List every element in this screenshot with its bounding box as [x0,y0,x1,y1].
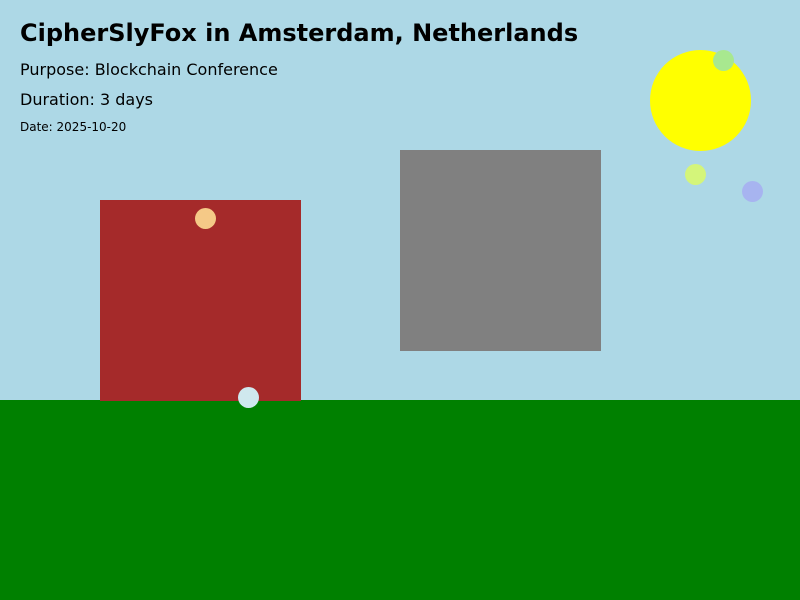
purpose-text: Purpose: Blockchain Conference [20,60,278,79]
sun [650,50,751,151]
dot-light-blue [238,387,259,408]
duration-text: Duration: 3 days [20,90,153,109]
scene: CipherSlyFox in Amsterdam, Netherlands P… [0,0,800,600]
dot-lime [685,164,706,185]
date-text: Date: 2025-10-20 [20,120,127,134]
dot-orange [195,208,216,229]
ground [0,400,800,600]
red-building [100,200,301,401]
dot-green [713,50,734,71]
page-title: CipherSlyFox in Amsterdam, Netherlands [20,19,579,47]
dot-lavender [742,181,763,202]
gray-building [400,150,601,351]
